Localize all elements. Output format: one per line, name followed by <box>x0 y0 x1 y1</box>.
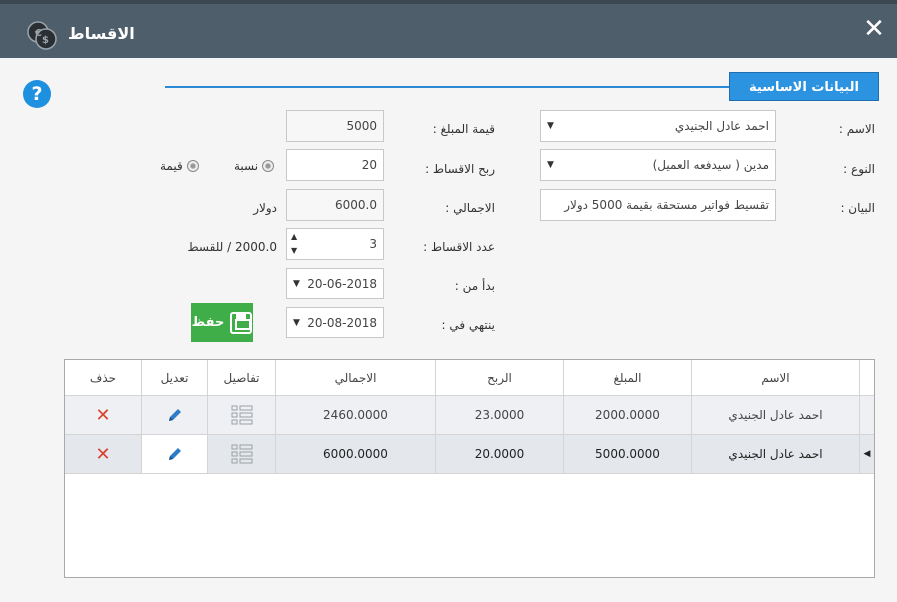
edit-button[interactable] <box>141 435 207 473</box>
help-button[interactable]: ? <box>23 80 51 108</box>
statement-label: البيان : <box>840 201 875 215</box>
pencil-icon <box>168 448 181 460</box>
statement-value: تقسيط فواتير مستحقة بقيمة 5000 دولار <box>564 198 769 212</box>
svg-text:$: $ <box>42 35 49 46</box>
installments-table: حذف تعديل تفاصيل الاجمالي الربح المبلغ ا… <box>64 359 875 578</box>
pencil-icon <box>168 409 181 421</box>
column-header-delete: حذف <box>89 370 117 385</box>
list-details-icon <box>231 444 252 464</box>
floppy-disk-icon <box>230 311 253 334</box>
table-row[interactable]: ✕ 2460.0000 23.0000 2000.0000 احمد عادل … <box>65 396 874 435</box>
total-field: 6000.0 <box>286 189 384 221</box>
column-header-total: الاجمالي <box>275 360 435 395</box>
column-header-details: تفاصيل <box>207 360 275 395</box>
row-indicator: ◀ <box>859 435 874 473</box>
delete-icon: ✕ <box>95 443 111 465</box>
window-title: الاقساط <box>68 24 135 43</box>
name-value: احمد عادل الجنيدي <box>674 119 769 133</box>
total-label: الاجمالي : <box>445 201 495 215</box>
end-date-picker[interactable]: 20-08-2018 ▼ <box>286 307 384 338</box>
current-row-arrow-icon: ◀ <box>863 449 871 459</box>
spin-up-icon[interactable]: ▲ <box>291 232 297 241</box>
table-header: حذف تعديل تفاصيل الاجمالي الربح المبلغ ا… <box>65 360 874 396</box>
row-indicator <box>859 396 874 434</box>
installments-stepper[interactable]: 3 ▲ ▼ <box>286 228 384 260</box>
profit-value: 20 <box>361 158 377 172</box>
name-select[interactable]: احمد عادل الجنيدي ▼ <box>540 110 776 142</box>
title-bar: € $ الاقساط ✕ <box>0 0 897 58</box>
coins-icon: € $ <box>27 21 57 50</box>
edit-button[interactable] <box>141 396 207 434</box>
close-icon[interactable]: ✕ <box>861 16 887 42</box>
table-row[interactable]: ✕ 6000.0000 20.0000 5000.0000 احمد عادل … <box>65 435 874 474</box>
radio-value[interactable]: قيمة <box>160 159 199 173</box>
type-label: النوع : <box>843 162 875 176</box>
details-button[interactable] <box>207 396 275 434</box>
start-date-value: 20-06-2018 <box>307 277 377 291</box>
radio-value-circle[interactable] <box>186 160 199 172</box>
total-value: 6000.0 <box>335 198 377 212</box>
per-installment-label: 2000.0 / للقسط <box>187 240 277 254</box>
installments-label: عدد الاقساط : <box>423 240 495 254</box>
type-select[interactable]: مدين ( سيدفعه العميل) ▼ <box>540 149 776 181</box>
cell-amount: 5000.0000 <box>563 435 691 473</box>
currency-label: دولار <box>253 201 277 215</box>
amount-field[interactable]: 5000 <box>286 110 384 142</box>
cell-profit: 20.0000 <box>435 435 563 473</box>
column-header-profit: الربح <box>435 360 563 395</box>
cell-amount: 2000.0000 <box>563 396 691 434</box>
end-date-value: 20-08-2018 <box>307 316 377 330</box>
chevron-down-icon: ▼ <box>547 121 554 131</box>
amount-value: 5000 <box>346 119 377 133</box>
start-date-picker[interactable]: 20-06-2018 ▼ <box>286 268 384 299</box>
save-label: حفظ <box>191 315 225 330</box>
chevron-down-icon: ▼ <box>293 318 300 328</box>
section-divider <box>165 86 730 88</box>
column-header-name: الاسم <box>691 360 859 395</box>
installments-value: 3 <box>369 237 377 251</box>
end-date-label: ينتهي في : <box>441 318 495 332</box>
delete-button[interactable]: ✕ <box>65 435 141 473</box>
cell-name: احمد عادل الجنيدي <box>691 435 859 473</box>
cell-profit: 23.0000 <box>435 396 563 434</box>
column-header-edit: تعديل <box>141 360 207 395</box>
list-details-icon <box>231 405 252 425</box>
row-indicator-header <box>859 360 874 395</box>
spin-down-icon[interactable]: ▼ <box>291 246 297 255</box>
column-header-amount: المبلغ <box>563 360 691 395</box>
profit-field[interactable]: 20 <box>286 149 384 181</box>
radio-percent-label: نسبة <box>234 159 259 173</box>
radio-value-label: قيمة <box>160 159 183 173</box>
chevron-down-icon: ▼ <box>293 279 300 289</box>
tab-basic-data[interactable]: البيانات الاساسية <box>729 72 879 101</box>
svg-text:€: € <box>34 28 42 39</box>
details-button[interactable] <box>207 435 275 473</box>
radio-percent[interactable]: نسبة <box>234 159 275 173</box>
name-label: الاسم : <box>838 122 875 136</box>
cell-name: احمد عادل الجنيدي <box>691 396 859 434</box>
top-edge <box>0 0 897 4</box>
save-button[interactable]: حفظ <box>191 303 253 342</box>
chevron-down-icon: ▼ <box>547 160 554 170</box>
statement-field[interactable]: تقسيط فواتير مستحقة بقيمة 5000 دولار <box>540 189 776 221</box>
profit-label: ربح الاقساط : <box>425 162 495 176</box>
radio-percent-circle[interactable] <box>262 160 275 172</box>
delete-button[interactable]: ✕ <box>65 396 141 434</box>
cell-total: 2460.0000 <box>275 396 435 434</box>
type-value: مدين ( سيدفعه العميل) <box>652 158 769 172</box>
delete-icon: ✕ <box>95 404 111 426</box>
amount-label: قيمة المبلغ : <box>432 122 495 136</box>
cell-total: 6000.0000 <box>275 435 435 473</box>
start-date-label: بدأ من : <box>454 279 495 293</box>
